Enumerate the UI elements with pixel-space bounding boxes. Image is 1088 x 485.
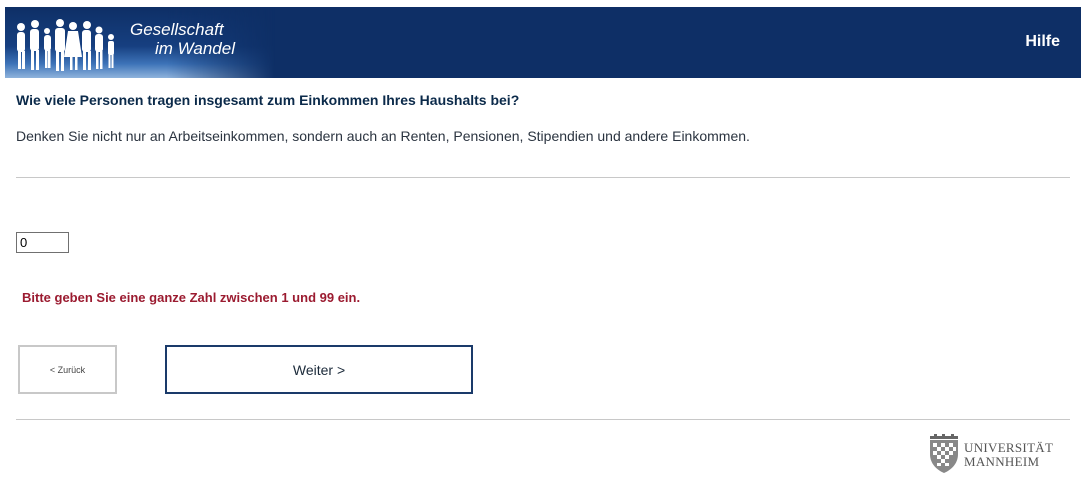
divider-bottom xyxy=(16,419,1070,420)
question-title: Wie viele Personen tragen insgesamt zum … xyxy=(16,92,520,108)
brand-logo-text: Gesellschaft im Wandel xyxy=(125,20,235,58)
university-name: UNIVERSITÄT MANNHEIM xyxy=(964,441,1053,469)
university-name-line-1: UNIVERSITÄT xyxy=(964,440,1054,455)
back-button[interactable]: < Zurück xyxy=(18,345,117,394)
validation-error-message: Bitte geben Sie eine ganze Zahl zwischen… xyxy=(22,290,361,305)
person-count-input[interactable] xyxy=(16,232,69,253)
university-crest-icon xyxy=(930,434,958,473)
university-name-line-2: MANNHEIM xyxy=(964,454,1040,469)
logo-line-2: im Wandel xyxy=(155,39,235,58)
logo-line-1: Gesellschaft xyxy=(130,20,224,39)
help-link[interactable]: Hilfe xyxy=(1025,33,1060,51)
next-button[interactable]: Weiter > xyxy=(165,345,473,394)
header-banner: Gesellschaft im Wandel Hilfe xyxy=(5,7,1081,78)
people-silhouettes-icon xyxy=(17,19,114,71)
question-instruction: Denken Sie nicht nur an Arbeitseinkommen… xyxy=(16,128,750,144)
divider-top xyxy=(16,177,1070,178)
university-logo: UNIVERSITÄT MANNHEIM xyxy=(926,434,1074,476)
